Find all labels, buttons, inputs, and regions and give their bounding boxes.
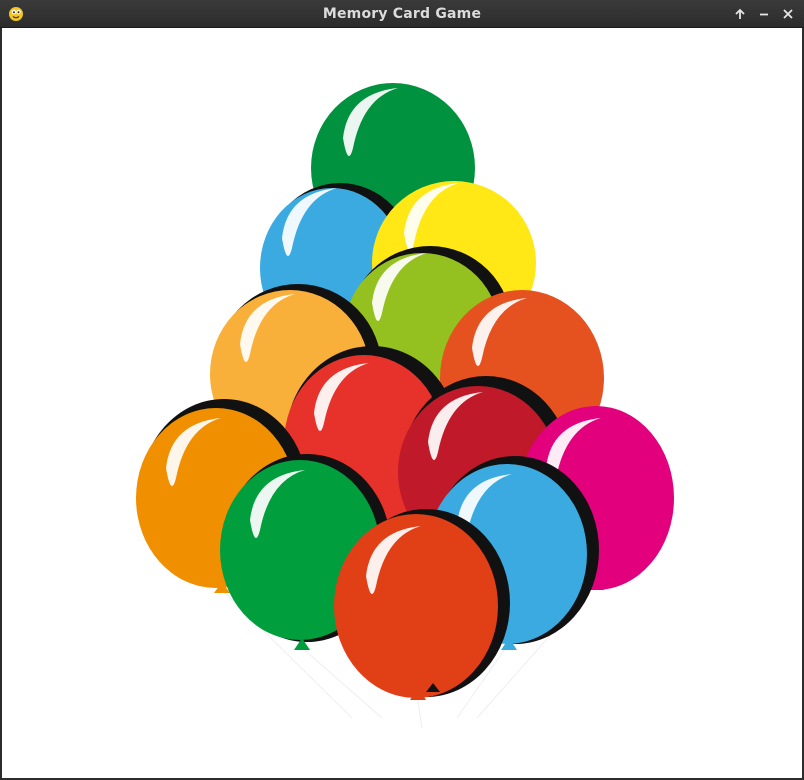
window-controls [730, 4, 798, 24]
close-button[interactable] [778, 4, 798, 24]
close-icon [783, 9, 793, 19]
window-title: Memory Card Game [322, 6, 482, 22]
title-bar[interactable]: Memory Card Game [0, 0, 804, 28]
balloon-bunch-image [136, 83, 674, 729]
minimize-button[interactable] [754, 4, 774, 24]
app-window: Memory Card Game [0, 0, 804, 780]
arrow-up-icon [735, 8, 745, 19]
minus-icon [760, 13, 768, 16]
maximize-button[interactable] [730, 4, 750, 24]
game-canvas[interactable] [2, 28, 802, 778]
